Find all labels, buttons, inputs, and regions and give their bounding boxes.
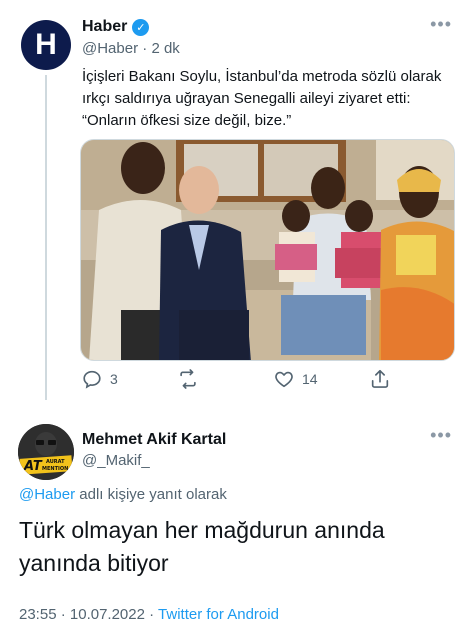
replying-to-mention-link[interactable]: @Haber [19, 486, 75, 503]
share-button[interactable] [369, 368, 391, 390]
avatar-text-aurat: AURAT [46, 459, 65, 465]
avatar-logo-illustration: AT AURAT MENTION [18, 424, 74, 480]
reply-tweet-text: Türk olmayan her mağdurun anında yanında… [19, 517, 385, 576]
avatar-text-mention: MENTION [42, 466, 68, 472]
tweet-date[interactable]: 10.07.2022 [70, 606, 145, 623]
thread-connector-line [45, 75, 47, 400]
haber-avatar[interactable]: H [21, 20, 71, 70]
replying-to-text: adlı kişiye yanıt olarak [75, 486, 227, 503]
meta-separator-2: · [149, 606, 155, 623]
like-count: 14 [302, 371, 318, 387]
reply-more-options-icon[interactable]: ••• [430, 425, 452, 446]
reply-author-avatar[interactable]: AT AURAT MENTION [18, 424, 74, 480]
more-options-icon[interactable]: ••• [430, 14, 452, 35]
reply-handle[interactable]: @_Makif_ [82, 452, 150, 469]
tweet-action-bar: 3 14 [80, 368, 455, 394]
replying-to-line: @Haber adlı kişiye yanıt olarak [19, 486, 227, 503]
retweet-icon [180, 369, 196, 389]
parent-author-row: Haber ✓ [82, 18, 150, 36]
tweet-source-link[interactable]: Twitter for Android [158, 606, 279, 623]
photo-illustration [81, 140, 454, 360]
meta-separator-1: · [60, 606, 66, 623]
parent-display-name[interactable]: Haber [82, 18, 127, 36]
reply-button[interactable]: 3 [81, 368, 118, 390]
share-icon [371, 369, 389, 388]
like-icon [275, 371, 293, 388]
like-button[interactable]: 14 [273, 368, 318, 390]
reply-icon [83, 370, 101, 389]
tweet-time[interactable]: 23:55 [19, 606, 57, 623]
tweet-photo[interactable] [80, 139, 455, 361]
parent-handle[interactable]: @Haber [82, 40, 138, 57]
avatar-letter: H [35, 28, 57, 61]
reply-display-name[interactable]: Mehmet Akif Kartal [82, 431, 226, 449]
tweet-meta-row: 23:55 · 10.07.2022 · Twitter for Android [19, 606, 279, 623]
verified-badge-icon: ✓ [132, 18, 150, 36]
parent-time-ago[interactable]: 2 dk [151, 40, 179, 57]
separator-dot: · [142, 40, 148, 57]
avatar-text-at: AT [23, 459, 43, 474]
parent-handle-row: @Haber · 2 dk [82, 40, 180, 57]
reply-count: 3 [110, 371, 118, 387]
parent-tweet-text: İçişleri Bakanı Soylu, İstanbul’da metro… [82, 68, 442, 129]
retweet-button[interactable] [177, 368, 206, 390]
